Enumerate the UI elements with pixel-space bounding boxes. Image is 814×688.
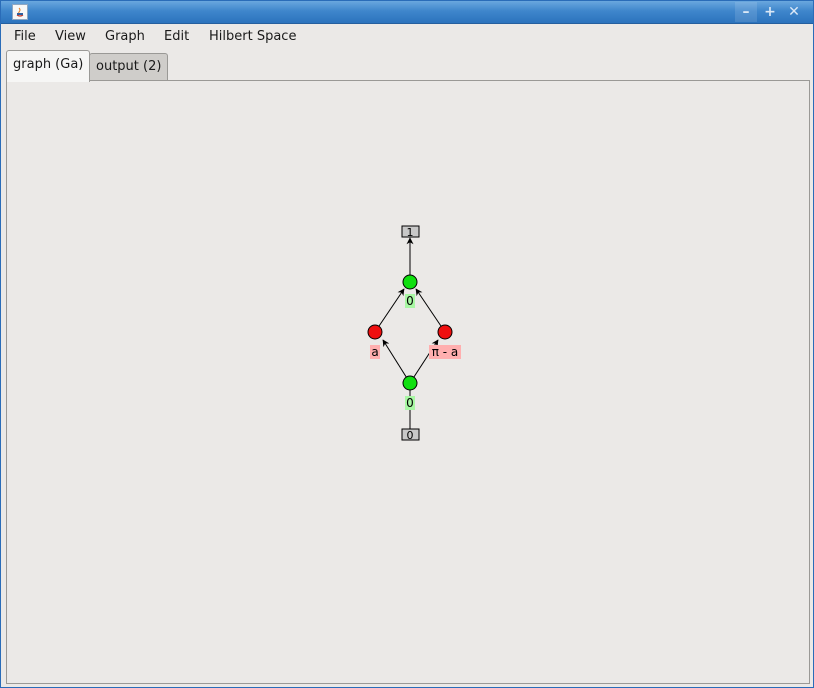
menu-graph[interactable]: Graph <box>105 28 145 45</box>
green-spider-top[interactable] <box>402 274 418 290</box>
java-app-icon <box>12 4 28 20</box>
edge-red-left-to-green-top <box>374 288 405 333</box>
menu-hilbert-space[interactable]: Hilbert Space <box>209 28 296 45</box>
red-spider-left[interactable] <box>367 324 383 340</box>
red-spider-right[interactable] <box>437 324 453 340</box>
edge-red-right-to-green-top <box>415 288 446 333</box>
tab-graph[interactable]: graph (Ga) <box>6 50 91 82</box>
edge-green-bottom-to-red-left <box>382 339 411 384</box>
close-button[interactable]: ✕ <box>783 2 805 22</box>
graph-canvas[interactable]: 1 0 0 a π - a 0 <box>6 80 810 684</box>
minimize-button[interactable]: – <box>735 2 757 22</box>
red-left-phase-label: a <box>370 345 380 359</box>
boundary-input-label: 0 <box>406 429 414 442</box>
tab-strip: graph (Ga) output (2) <box>1 48 813 82</box>
minimize-icon: – <box>742 4 750 20</box>
menu-view[interactable]: View <box>55 28 86 45</box>
maximize-icon: + <box>764 4 776 20</box>
close-icon: ✕ <box>788 4 800 20</box>
menu-edit[interactable]: Edit <box>164 28 189 45</box>
app-window: – + ✕ File View Graph Edit Hilbert Space… <box>0 0 814 688</box>
boundary-output-label: 1 <box>406 226 414 239</box>
tab-output[interactable]: output (2) <box>89 53 169 81</box>
red-right-phase-label: π - a <box>429 345 461 359</box>
green-bottom-phase-label: 0 <box>405 396 415 410</box>
menu-file[interactable]: File <box>14 28 36 45</box>
title-bar[interactable]: – + ✕ <box>1 1 813 24</box>
green-top-phase-label: 0 <box>405 294 415 308</box>
green-spider-bottom[interactable] <box>402 375 418 391</box>
graph-drawing <box>367 225 453 441</box>
maximize-button[interactable]: + <box>759 2 781 22</box>
menu-bar: File View Graph Edit Hilbert Space <box>1 24 813 48</box>
